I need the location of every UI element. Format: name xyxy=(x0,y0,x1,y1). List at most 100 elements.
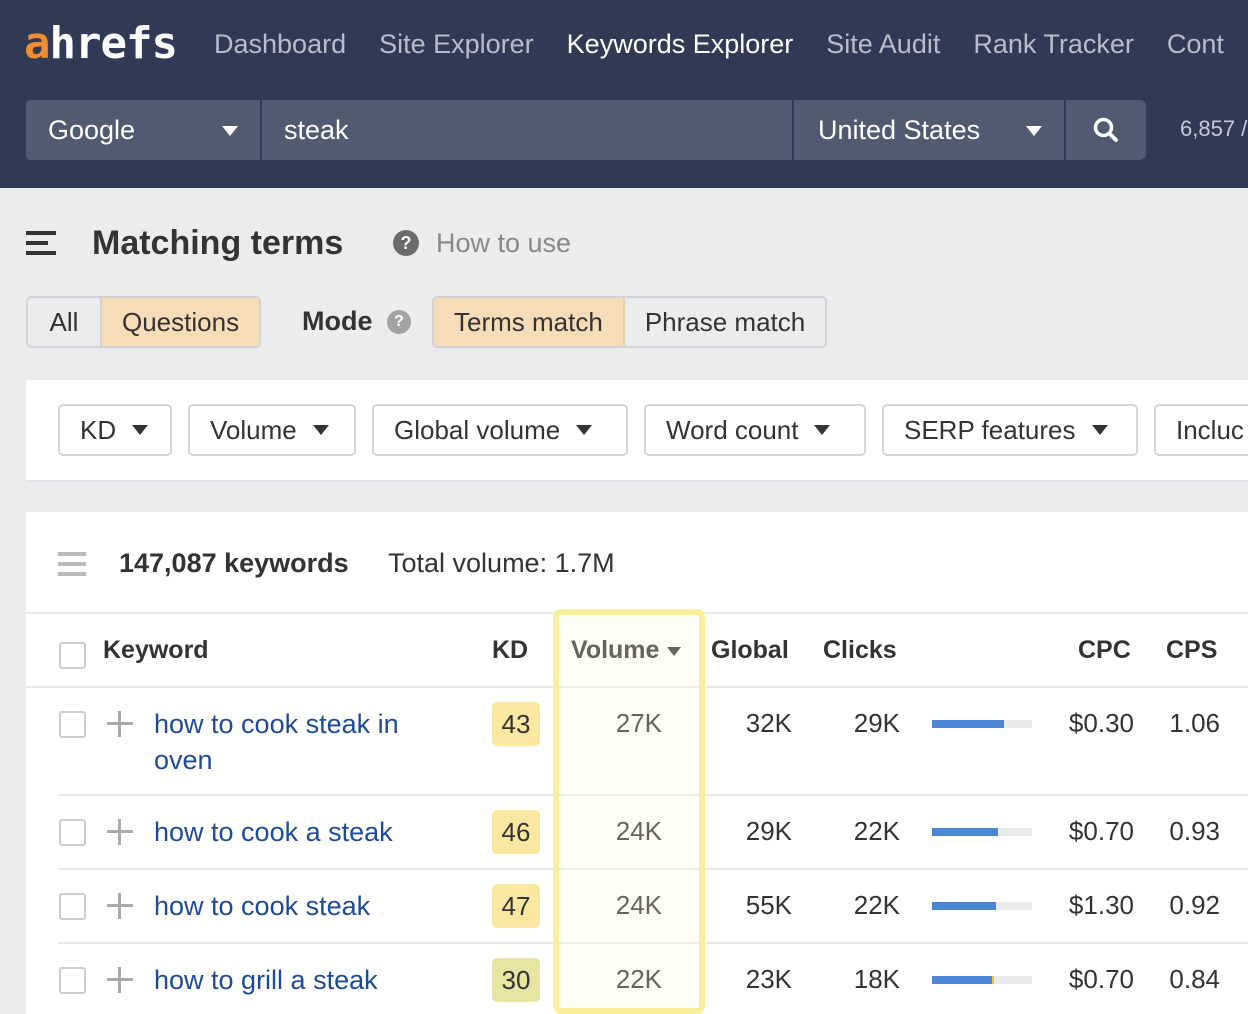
mode-help-icon[interactable]: ? xyxy=(387,310,411,334)
select-all-checkbox[interactable] xyxy=(59,642,86,669)
how-to-use-link[interactable]: How to use xyxy=(436,228,571,259)
match-mode-toggle: Terms match Phrase match xyxy=(432,296,828,348)
row-checkbox[interactable] xyxy=(59,711,86,738)
nav-site-audit[interactable]: Site Audit xyxy=(826,28,940,60)
organic-clicks-fill xyxy=(932,976,992,984)
row-divider xyxy=(58,794,1248,796)
organic-clicks-fill xyxy=(932,720,1004,728)
chevron-down-icon xyxy=(312,425,329,435)
keyword-link[interactable]: how to cook steak in oven xyxy=(154,706,454,778)
column-header-cpc[interactable]: CPC xyxy=(1078,636,1131,665)
column-header-cps[interactable]: CPS xyxy=(1166,636,1217,665)
add-to-list-icon[interactable] xyxy=(107,893,133,919)
phrase-match-button[interactable]: Phrase match xyxy=(622,298,825,346)
cps-value: 0.92 xyxy=(1169,890,1220,920)
keyword-link[interactable]: how to cook steak xyxy=(154,888,454,924)
organic-clicks-fill xyxy=(932,828,998,836)
filter-kd[interactable]: KD xyxy=(58,404,172,456)
help-icon[interactable]: ? xyxy=(393,230,419,256)
clicks-value: 22K xyxy=(853,890,900,920)
kd-badge: 43 xyxy=(492,702,540,746)
scope-questions-button[interactable]: Questions xyxy=(100,298,260,346)
total-volume: Total volume: 1.7M xyxy=(388,548,615,578)
filter-panel: KD Volume Global volume Word count SERP … xyxy=(26,380,1248,482)
volume-value: 24K xyxy=(615,816,662,846)
cpc-value: $0.70 xyxy=(1068,964,1134,994)
cpc-value: $1.30 xyxy=(1068,890,1134,920)
row-divider xyxy=(58,868,1248,870)
row-checkbox[interactable] xyxy=(59,967,86,994)
search-icon xyxy=(1093,117,1118,142)
global-volume-value: 23K xyxy=(745,964,792,994)
keyword-search-input[interactable] xyxy=(262,100,792,160)
filter-word-count[interactable]: Word count xyxy=(644,404,866,456)
global-volume-value: 29K xyxy=(745,816,792,846)
credits-counter: 6,857 / xyxy=(1180,116,1248,141)
kd-badge: 30 xyxy=(492,958,540,1002)
clicks-distribution-bar xyxy=(932,720,1032,728)
add-to-list-icon[interactable] xyxy=(107,819,133,845)
volume-value: 22K xyxy=(615,964,662,994)
sort-desc-icon xyxy=(667,646,682,656)
chevron-down-icon xyxy=(222,126,238,136)
add-to-list-icon[interactable] xyxy=(107,967,133,993)
volume-value: 27K xyxy=(615,708,662,738)
column-header-keyword[interactable]: Keyword xyxy=(103,636,209,665)
chevron-down-icon xyxy=(1026,126,1042,136)
filter-global-volume[interactable]: Global volume xyxy=(372,404,628,456)
search-button[interactable] xyxy=(1066,100,1146,160)
clicks-distribution-bar xyxy=(932,976,1032,984)
clicks-value: 22K xyxy=(853,816,900,846)
clicks-value: 18K xyxy=(853,964,900,994)
volume-value: 24K xyxy=(615,890,662,920)
main-nav: Dashboard Site Explorer Keywords Explore… xyxy=(214,28,1248,60)
nav-keywords-explorer[interactable]: Keywords Explorer xyxy=(567,28,794,60)
filter-volume[interactable]: Volume xyxy=(188,404,356,456)
column-settings-icon[interactable] xyxy=(58,552,86,576)
terms-match-button[interactable]: Terms match xyxy=(434,298,623,346)
clicks-distribution-bar xyxy=(932,828,1032,836)
keyword-link[interactable]: how to grill a steak xyxy=(154,962,454,998)
add-to-list-icon[interactable] xyxy=(107,711,133,737)
scope-toggle: All Questions xyxy=(26,296,262,348)
page-title: Matching terms xyxy=(92,224,344,262)
keyword-count: 147,087 keywords xyxy=(119,548,349,578)
filter-include[interactable]: Incluc xyxy=(1154,404,1248,456)
hamburger-icon[interactable] xyxy=(26,231,56,255)
column-header-clicks[interactable]: Clicks xyxy=(823,636,897,665)
top-navigation-bar: ahrefs Dashboard Site Explorer Keywords … xyxy=(0,0,1248,188)
cps-value: 1.06 xyxy=(1169,708,1220,738)
results-table-panel: 147,087 keywords Total volume: 1.7M Keyw… xyxy=(26,512,1248,1014)
chevron-down-icon xyxy=(814,425,831,435)
nav-site-explorer[interactable]: Site Explorer xyxy=(379,28,534,60)
row-checkbox[interactable] xyxy=(59,819,86,846)
row-checkbox[interactable] xyxy=(59,893,86,920)
search-engine-value: Google xyxy=(48,114,136,145)
cpc-value: $0.30 xyxy=(1068,708,1134,738)
chevron-down-icon xyxy=(1091,425,1108,435)
country-value: United States xyxy=(818,114,981,145)
paid-clicks-fill xyxy=(992,976,994,984)
clicks-value: 29K xyxy=(853,708,900,738)
country-select[interactable]: United States xyxy=(794,100,1064,160)
column-header-global[interactable]: Global xyxy=(711,636,789,665)
scope-all-button[interactable]: All xyxy=(28,298,100,346)
filter-serp-features[interactable]: SERP features xyxy=(882,404,1138,456)
column-header-volume[interactable]: Volume xyxy=(571,636,682,665)
keyword-link[interactable]: how to cook a steak xyxy=(154,814,454,850)
global-volume-value: 55K xyxy=(745,890,792,920)
search-engine-select[interactable]: Google xyxy=(26,100,260,160)
ahrefs-logo[interactable]: ahrefs xyxy=(24,22,178,66)
nav-dashboard[interactable]: Dashboard xyxy=(214,28,346,60)
global-volume-value: 32K xyxy=(745,708,792,738)
cps-value: 0.84 xyxy=(1169,964,1220,994)
chevron-down-icon xyxy=(576,425,593,435)
search-bar: Google United States xyxy=(26,100,1146,160)
nav-content-explorer[interactable]: Cont xyxy=(1167,28,1224,60)
column-header-kd[interactable]: KD xyxy=(492,636,528,665)
cpc-value: $0.70 xyxy=(1068,816,1134,846)
cps-value: 0.93 xyxy=(1169,816,1220,846)
nav-rank-tracker[interactable]: Rank Tracker xyxy=(973,28,1134,60)
organic-clicks-fill xyxy=(932,902,996,910)
row-divider xyxy=(58,942,1248,944)
